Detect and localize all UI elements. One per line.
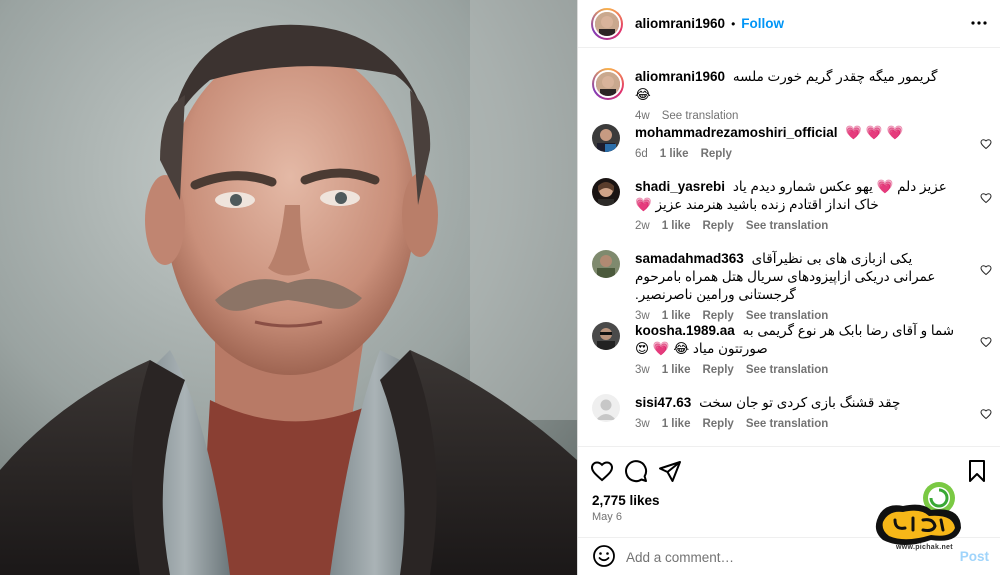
commenter-username[interactable]: koosha.1989.aa (635, 323, 735, 338)
comment-time[interactable]: 3w (635, 418, 650, 430)
comment-like-heart-icon[interactable] (980, 264, 992, 276)
comment-like-heart-icon[interactable] (980, 138, 992, 150)
author-username[interactable]: aliomrani1960 (635, 16, 725, 31)
comment-text: چقد قشنگ بازی کردی تو جان سخت (699, 395, 901, 410)
post-header: aliomrani1960 • Follow (578, 0, 1000, 48)
reply-button[interactable]: Reply (702, 220, 733, 232)
reply-button[interactable]: Reply (702, 418, 733, 430)
commenter-avatar[interactable] (592, 250, 620, 278)
bookmark-icon[interactable] (965, 459, 989, 483)
comment-time[interactable]: 3w (635, 310, 650, 322)
caption-time[interactable]: 4w (635, 110, 650, 122)
comment-likes[interactable]: 1 like (660, 148, 689, 160)
reply-button[interactable]: Reply (702, 310, 733, 322)
commenter-username[interactable]: mohammadrezamoshiri_official (635, 125, 838, 140)
more-options-icon[interactable] (971, 15, 987, 31)
comment-translation-link[interactable]: See translation (746, 418, 828, 430)
separator-dot: • (731, 16, 736, 31)
comments-list[interactable]: aliomrani1960 گریمور میگه چقدر گریم خورت… (578, 48, 1000, 446)
watermark-url: www.pichak.net (896, 544, 953, 551)
comment-likes[interactable]: 1 like (662, 220, 691, 232)
commenter-avatar[interactable] (592, 322, 620, 350)
post-photo[interactable] (0, 0, 577, 575)
comment-time[interactable]: 2w (635, 220, 650, 232)
comment-translation-link[interactable]: See translation (746, 220, 828, 232)
comment-like-heart-icon[interactable] (980, 408, 992, 420)
post-date[interactable]: May 6 (592, 511, 622, 523)
author-avatar[interactable] (591, 7, 623, 40)
instagram-post: aliomrani1960 • Follow aliomrani1960 گری… (0, 0, 1000, 575)
comment-like-heart-icon[interactable] (980, 192, 992, 204)
comment-translation-link[interactable]: See translation (746, 310, 828, 322)
commenter-avatar[interactable] (592, 124, 620, 152)
comment-icon[interactable] (624, 459, 648, 483)
commenter-username[interactable]: samadahmad363 (635, 251, 744, 266)
commenter-username[interactable]: sisi47.63 (635, 395, 691, 410)
follow-button[interactable]: Follow (741, 16, 784, 31)
comment-time[interactable]: 3w (635, 364, 650, 376)
caption-username[interactable]: aliomrani1960 (635, 69, 725, 84)
comment-text: 💗 💗 💗 (845, 125, 904, 140)
comment-likes[interactable]: 1 like (662, 364, 691, 376)
reply-button[interactable]: Reply (701, 148, 732, 160)
comment-likes[interactable]: 1 like (662, 310, 691, 322)
comment-translation-link[interactable]: See translation (746, 364, 828, 376)
share-icon[interactable] (658, 459, 682, 483)
reply-button[interactable]: Reply (702, 364, 733, 376)
commenter-avatar[interactable] (592, 178, 620, 206)
caption-avatar[interactable] (592, 68, 624, 100)
likes-count[interactable]: 2,775 likes (592, 493, 660, 508)
commenter-username[interactable]: shadi_yasrebi (635, 179, 725, 194)
portrait-illustration (0, 0, 577, 575)
emoji-icon[interactable] (592, 544, 616, 568)
comment-time[interactable]: 6d (635, 148, 648, 160)
caption-translation-link[interactable]: See translation (662, 110, 739, 122)
comment-likes[interactable]: 1 like (662, 418, 691, 430)
comment-like-heart-icon[interactable] (980, 336, 992, 348)
heart-icon[interactable] (590, 459, 614, 483)
commenter-avatar[interactable] (592, 394, 620, 422)
